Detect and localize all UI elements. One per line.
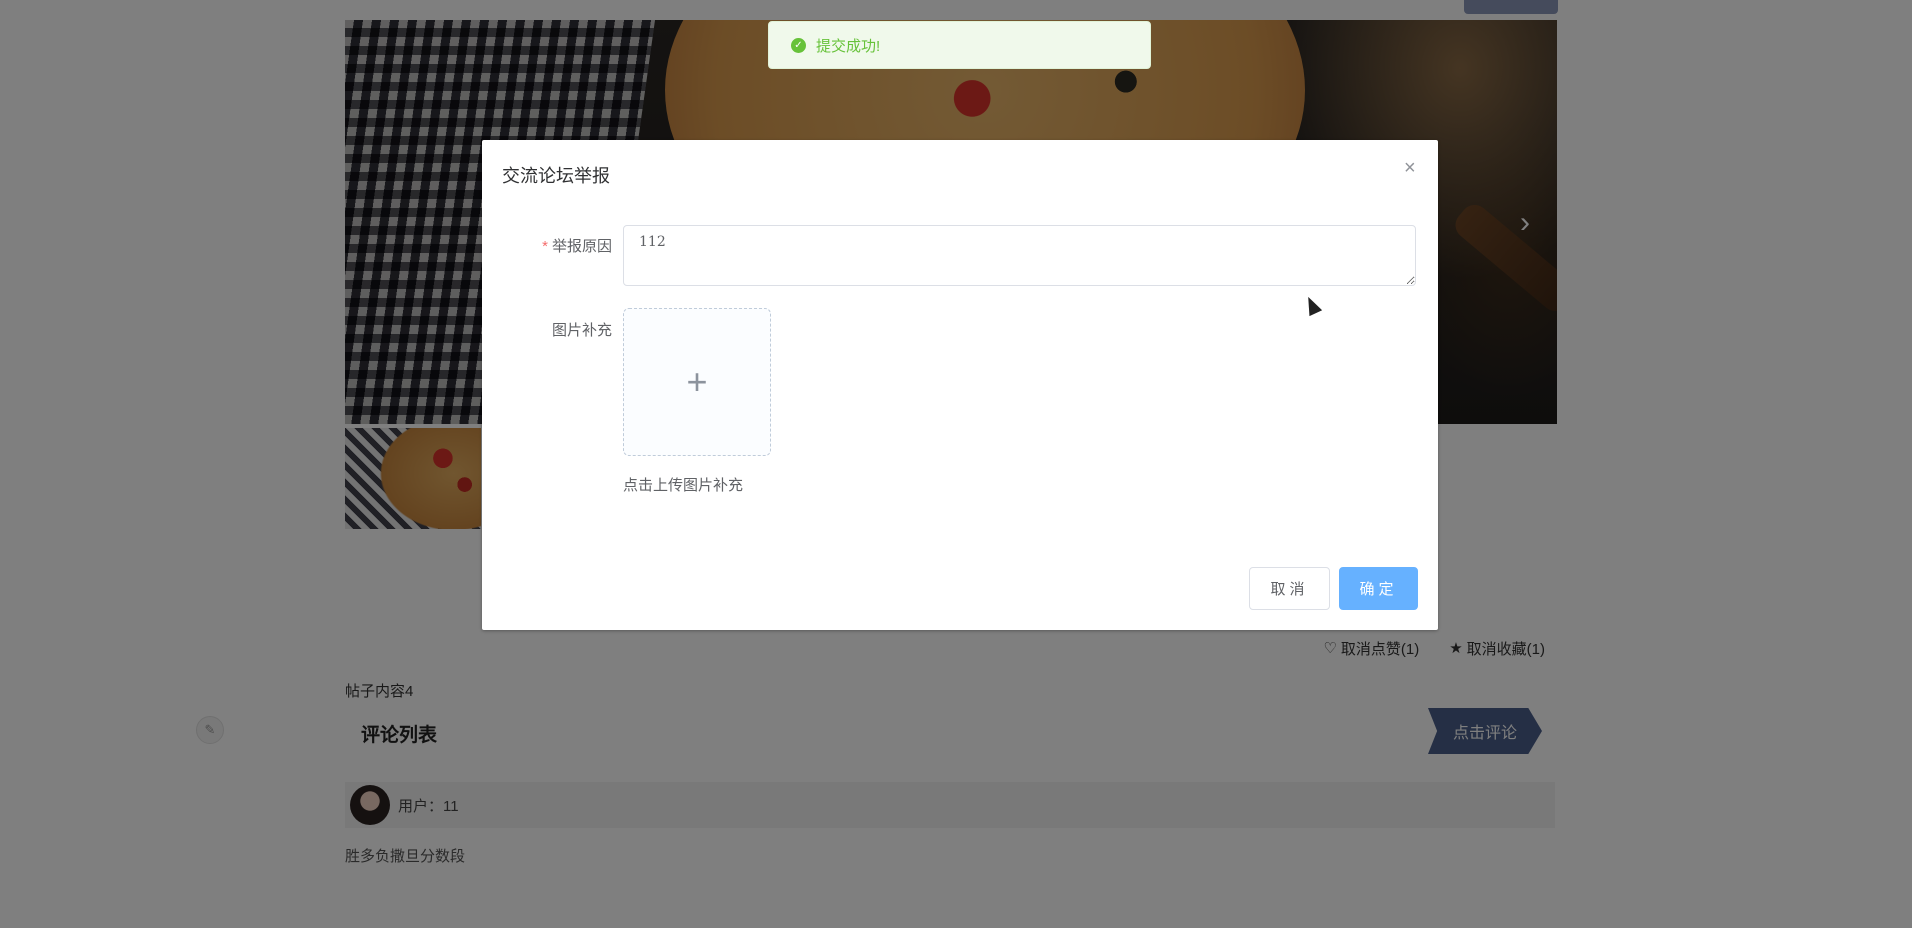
success-toast: ✓ 提交成功! (768, 21, 1151, 69)
reason-label-text: 举报原因 (551, 238, 612, 255)
cancel-button[interactable]: 取消 (1249, 567, 1330, 610)
plus-icon: + (686, 361, 708, 402)
images-label: 图片补充 (551, 322, 612, 339)
close-icon[interactable]: × (1404, 158, 1416, 178)
confirm-button[interactable]: 确定 (1339, 567, 1418, 610)
upload-tip: 点击上传图片补充 (623, 477, 744, 494)
toast-text: 提交成功! (816, 37, 881, 55)
required-mark: * (542, 238, 548, 255)
check-circle-icon: ✓ (791, 37, 806, 53)
image-upload-box[interactable]: + (623, 308, 771, 456)
dialog-title: 交流论坛举报 (502, 166, 610, 186)
reason-label: * 举报原因 (502, 235, 612, 256)
report-dialog: 交流论坛举报 × * 举报原因 112 图片补充 + 点击上传图片补充 取消 确定 (482, 140, 1438, 630)
reason-textarea[interactable]: 112 (623, 225, 1416, 286)
